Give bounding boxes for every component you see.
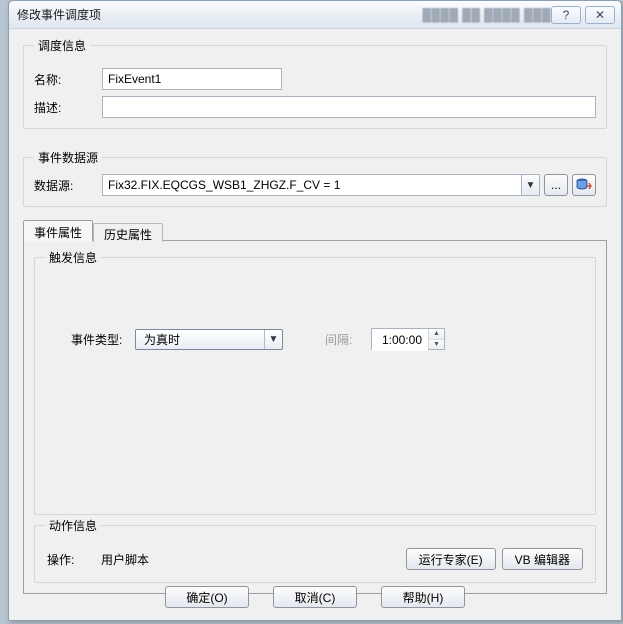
dialog-button-row: 确定(O) 取消(C) 帮助(H) <box>15 586 615 608</box>
interval-label: 间隔: <box>325 331 365 348</box>
trigger-info-legend: 触发信息 <box>45 249 101 266</box>
spinner-down-button[interactable]: ▼ <box>429 340 444 350</box>
action-info-legend: 动作信息 <box>45 517 101 534</box>
vb-editor-button[interactable]: VB 编辑器 <box>502 548 583 570</box>
titlebar-blur-text: ████ ██ ████ ███ <box>422 8 551 22</box>
spinner-up-button[interactable]: ▲ <box>429 329 444 340</box>
description-input[interactable] <box>102 96 596 118</box>
tab-history-label: 历史属性 <box>104 228 152 242</box>
close-window-button[interactable]: ✕ <box>585 6 615 24</box>
client-area: 调度信息 名称: 描述: 事件数据源 数据源: ▼ ... <box>15 33 615 614</box>
tab-event-properties[interactable]: 事件属性 <box>23 220 93 241</box>
chevron-down-icon[interactable]: ▼ <box>264 330 282 349</box>
data-source-legend: 事件数据源 <box>34 149 102 166</box>
operation-label: 操作: <box>47 551 101 568</box>
tabs: 事件属性 历史属性 触发信息 事件类型: 为真时 ▼ 间隔: <box>23 219 607 594</box>
database-icon <box>576 178 592 192</box>
tab-event-label: 事件属性 <box>34 226 82 240</box>
name-label: 名称: <box>34 71 102 88</box>
schedule-info-group: 调度信息 名称: 描述: <box>23 37 607 129</box>
event-type-label: 事件类型: <box>71 331 135 348</box>
database-browse-button[interactable] <box>572 174 596 196</box>
data-source-label: 数据源: <box>34 177 102 194</box>
cancel-button[interactable]: 取消(C) <box>273 586 357 608</box>
help-button[interactable]: 帮助(H) <box>381 586 465 608</box>
event-type-dropdown[interactable]: 为真时 ▼ <box>135 329 283 350</box>
name-input[interactable] <box>102 68 282 90</box>
chevron-down-icon[interactable]: ▼ <box>522 174 540 196</box>
ok-button[interactable]: 确定(O) <box>165 586 249 608</box>
help-icon: ? <box>563 8 570 22</box>
tab-history-properties[interactable]: 历史属性 <box>93 223 163 242</box>
browse-button[interactable]: ... <box>544 174 568 196</box>
description-label: 描述: <box>34 99 102 116</box>
data-source-input[interactable] <box>102 174 522 196</box>
data-source-combo[interactable]: ▼ <box>102 174 540 196</box>
action-info-group: 动作信息 操作: 用户脚本 运行专家(E) VB 编辑器 <box>34 517 596 583</box>
schedule-info-legend: 调度信息 <box>34 37 90 54</box>
titlebar[interactable]: 修改事件调度项 ████ ██ ████ ███ ? ✕ <box>9 1 621 29</box>
window-title: 修改事件调度项 <box>17 6 414 23</box>
operation-value: 用户脚本 <box>101 551 406 568</box>
run-expert-button[interactable]: 运行专家(E) <box>406 548 496 570</box>
data-source-group: 事件数据源 数据源: ▼ ... <box>23 149 607 207</box>
tab-panel-event: 触发信息 事件类型: 为真时 ▼ 间隔: <box>23 240 607 594</box>
dialog-window: 修改事件调度项 ████ ██ ████ ███ ? ✕ 调度信息 名称: 描述… <box>8 0 622 621</box>
close-icon: ✕ <box>595 8 605 22</box>
trigger-info-group: 触发信息 事件类型: 为真时 ▼ 间隔: <box>34 249 596 515</box>
interval-input[interactable] <box>372 329 428 351</box>
help-window-button[interactable]: ? <box>551 6 581 24</box>
ellipsis-icon: ... <box>551 178 561 192</box>
event-type-value: 为真时 <box>136 331 264 348</box>
interval-spinner[interactable]: ▲ ▼ <box>371 328 445 350</box>
